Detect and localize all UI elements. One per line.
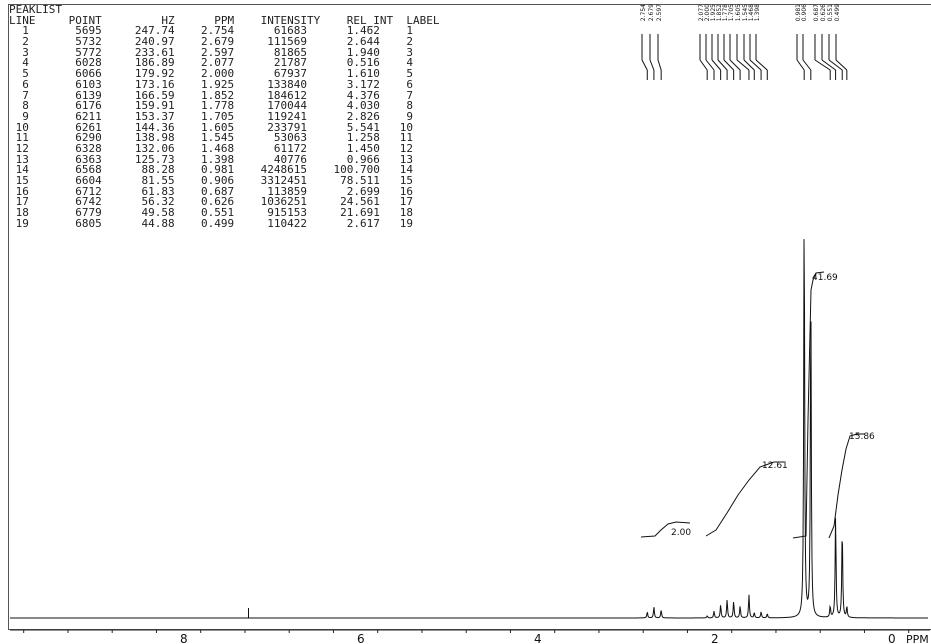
x-tick-label: 2	[711, 632, 719, 644]
peak-label: 2.597	[656, 4, 663, 21]
nmr-spectrum: 8 6 4 2 0 PPM2.754 2.679 2.597 2.077 2.000 1.925 1.…	[10, 4, 930, 644]
peak-label-connector	[828, 59, 843, 71]
peak-label: 1.398	[754, 4, 761, 21]
peak-label: 0.906	[801, 4, 808, 21]
integral-value: 15.86	[849, 432, 875, 442]
peak-label-connector	[749, 59, 762, 71]
integral-curve	[705, 461, 784, 537]
peak-label-connector	[657, 59, 662, 71]
integral-curve	[828, 433, 865, 539]
peak-label: 1.605	[735, 4, 742, 21]
x-tick-label: 6	[357, 632, 365, 644]
peak-label-connector	[699, 59, 708, 71]
peak-label: 0.551	[827, 4, 834, 21]
x-tick-label: 0	[888, 632, 896, 644]
peak-label-connector	[743, 59, 755, 71]
x-tick-label: 4	[534, 632, 542, 644]
peak-label-connector	[835, 59, 848, 71]
spectrum-trace	[10, 239, 928, 619]
peak-label: 1.705	[728, 4, 735, 21]
integral-value: 41.69	[812, 273, 838, 283]
peak-label: 0.626	[820, 4, 827, 21]
x-axis-label: PPM	[906, 633, 929, 644]
integral-value: 2.00	[671, 528, 691, 538]
peak-label: 2.754	[640, 4, 647, 21]
x-tick-label: 8	[180, 632, 188, 644]
peak-label-connector	[796, 59, 805, 71]
peak-label-connector	[802, 59, 812, 71]
peak-label: 0.499	[834, 4, 841, 21]
peak-label-connector	[649, 59, 655, 71]
peak-label: 0.687	[813, 4, 820, 21]
peak-label-connector	[641, 59, 648, 71]
integral-value: 12.61	[762, 461, 788, 471]
peak-label: 2.679	[648, 4, 655, 21]
integral-curve	[792, 271, 825, 539]
peak-label-connector	[755, 59, 768, 71]
peak-label-connector	[814, 59, 831, 71]
